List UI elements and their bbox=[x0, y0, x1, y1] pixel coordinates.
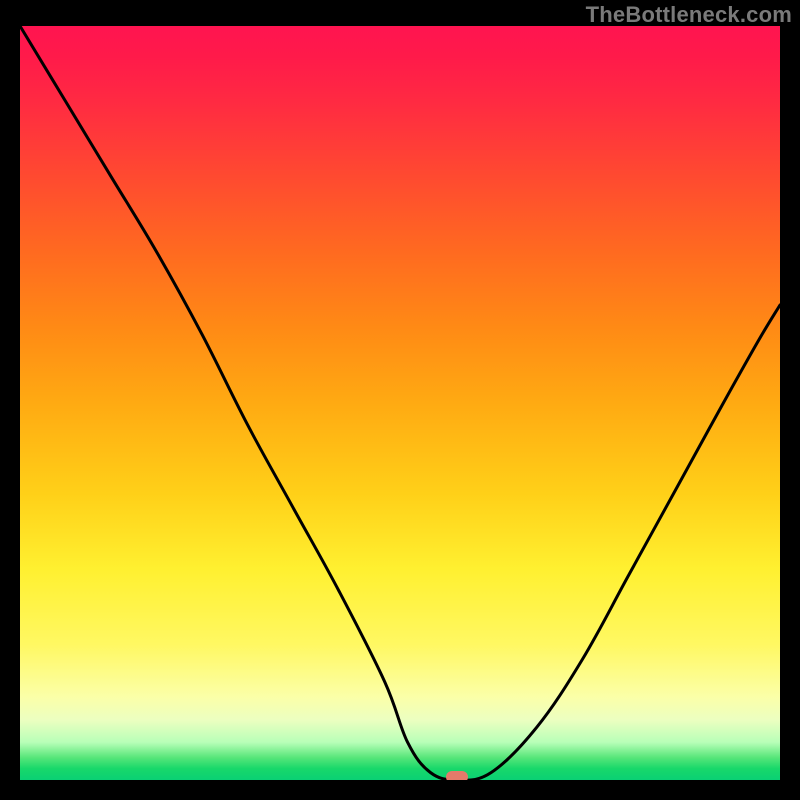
chart-frame: TheBottleneck.com bbox=[0, 0, 800, 800]
watermark-text: TheBottleneck.com bbox=[586, 2, 792, 28]
optimal-point-marker bbox=[446, 771, 468, 780]
bottleneck-curve bbox=[20, 26, 780, 780]
plot-area bbox=[20, 26, 780, 780]
